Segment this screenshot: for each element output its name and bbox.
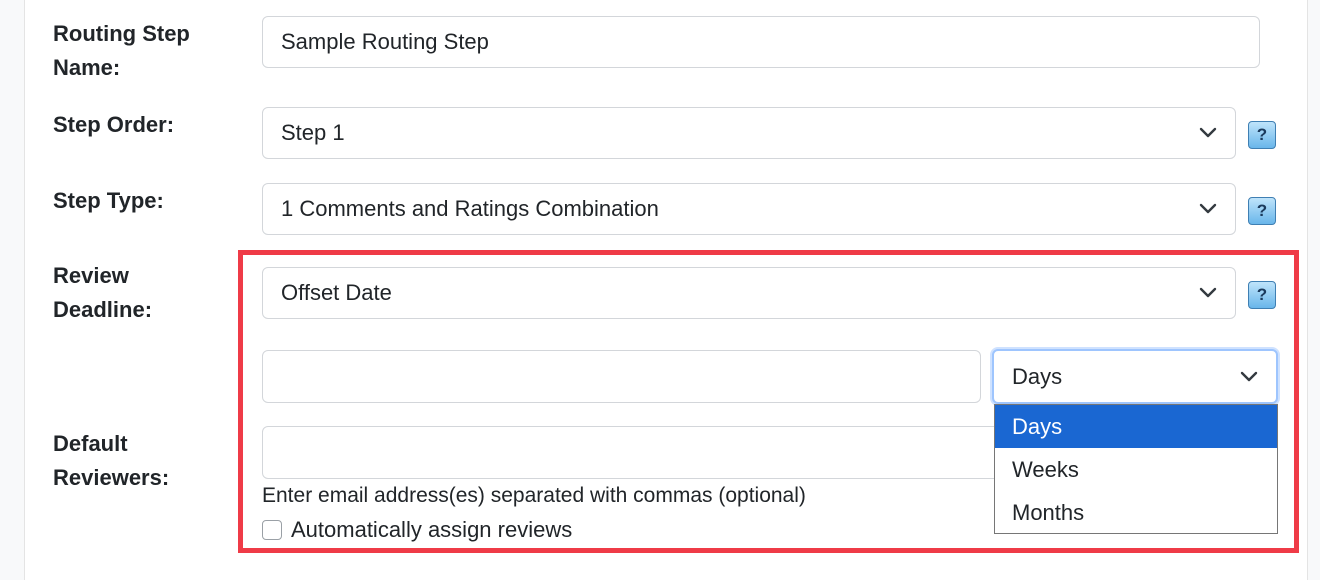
routing-step-name-label-line2: Name: [53,55,121,80]
routing-step-name-label: Routing Step Name: [53,17,233,85]
step-order-select[interactable]: Step 1 [262,107,1236,159]
step-order-label: Step Order: [53,112,175,137]
offset-unit-dropdown[interactable]: Days Weeks Months [994,404,1278,534]
dropdown-option-days[interactable]: Days [995,405,1277,448]
routing-step-name-value: Sample Routing Step [281,29,489,54]
review-deadline-label: Review Deadline: [53,259,233,327]
review-deadline-label-line2: Deadline: [53,297,153,322]
step-type-label: Step Type: [53,188,164,213]
offset-amount-input[interactable] [262,350,981,403]
step-type-value: 1 Comments and Ratings Combination [281,196,659,221]
review-deadline-value: Offset Date [281,280,392,305]
default-reviewers-label-line2: Reviewers: [53,465,170,490]
routing-step-name-label-line1: Routing Step [53,21,190,46]
auto-assign-checkbox[interactable] [262,520,282,540]
default-reviewers-help-text: Enter email address(es) separated with c… [262,484,806,507]
step-type-help-icon[interactable]: ? [1248,197,1276,225]
review-deadline-label-line1: Review [53,263,129,288]
review-deadline-help-icon[interactable]: ? [1248,281,1276,309]
dropdown-option-months[interactable]: Months [995,491,1277,534]
offset-unit-select[interactable]: Days [992,349,1278,404]
offset-unit-value: Days [1012,363,1063,389]
default-reviewers-label: Default Reviewers: [53,427,233,495]
step-order-value: Step 1 [281,120,345,145]
routing-step-name-input[interactable]: Sample Routing Step [262,16,1260,68]
chevron-down-icon [1199,287,1217,298]
review-deadline-select[interactable]: Offset Date [262,267,1236,319]
chevron-down-icon [1199,203,1217,214]
step-type-select[interactable]: 1 Comments and Ratings Combination [262,183,1236,235]
chevron-down-icon [1199,127,1217,138]
chevron-down-icon [1240,371,1258,381]
auto-assign-row[interactable]: Automatically assign reviews [262,517,572,543]
auto-assign-label[interactable]: Automatically assign reviews [291,517,572,543]
step-order-help-icon[interactable]: ? [1248,121,1276,149]
dropdown-option-weeks[interactable]: Weeks [995,448,1277,491]
default-reviewers-label-line1: Default [53,431,128,456]
